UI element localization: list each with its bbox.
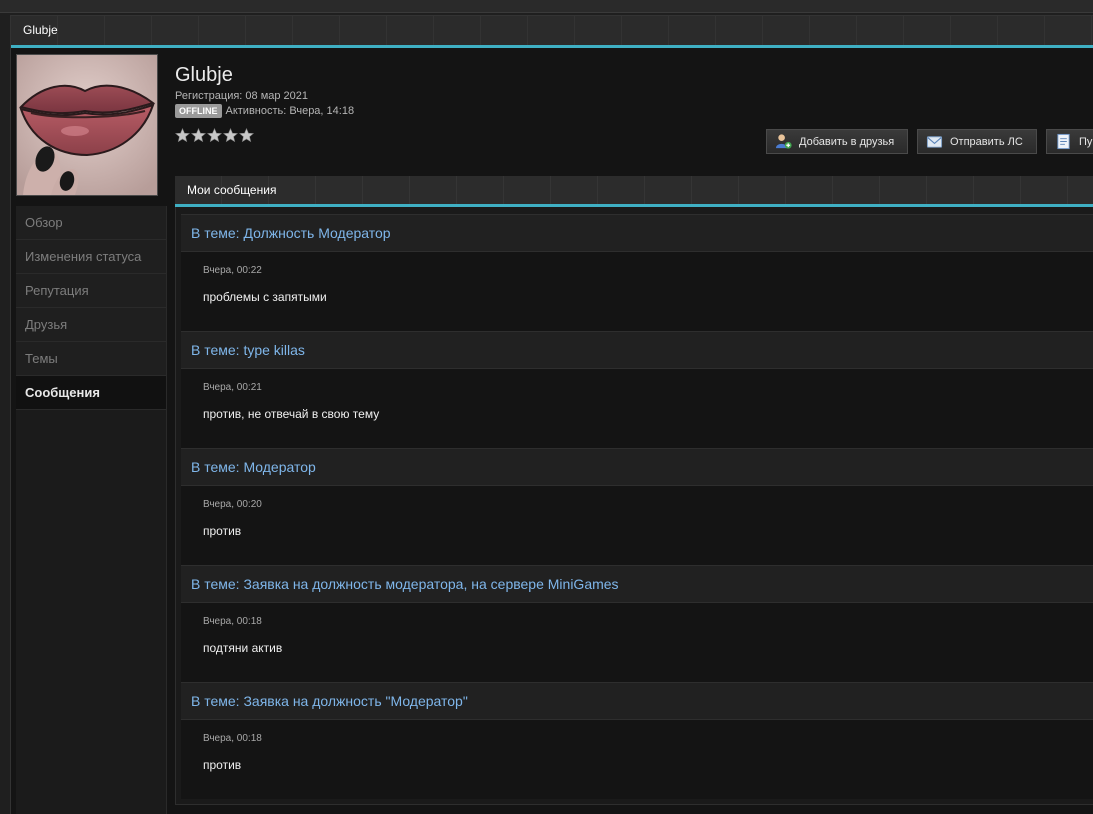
- sidebar-item-topics[interactable]: Темы: [16, 342, 166, 376]
- my-posts-title: Мои сообщения: [187, 183, 277, 197]
- sidebar-item-reputation[interactable]: Репутация: [16, 274, 166, 308]
- post-text: против: [203, 758, 242, 772]
- star-icon[interactable]: [207, 128, 222, 143]
- last-activity: Активность: Вчера, 14:18: [225, 105, 355, 117]
- post-date: Вчера, 00:18: [203, 616, 262, 627]
- third-action-label: Пу: [1079, 135, 1093, 148]
- post-date: Вчера, 00:21: [203, 382, 262, 393]
- sidebar-filler: [16, 410, 166, 810]
- post-date: Вчера, 00:18: [203, 733, 262, 744]
- post-content: Вчера, 00:22 проблемы с запятыми: [181, 252, 1093, 331]
- post-content: Вчера, 00:18 против: [181, 720, 1093, 799]
- add-friend-button[interactable]: Добавить в друзья: [766, 129, 908, 154]
- document-icon: [1057, 133, 1070, 150]
- rating-stars[interactable]: [175, 128, 254, 143]
- registration-date: Регистрация: 08 мар 2021: [175, 90, 309, 102]
- post-topic-link[interactable]: В теме: Заявка на должность "Модератор": [181, 682, 1093, 720]
- post-content: Вчера, 00:21 против, не отвечай в свою т…: [181, 369, 1093, 448]
- top-strip: [0, 0, 1093, 13]
- avatar-image: [17, 55, 157, 195]
- post-content: Вчера, 00:18 подтяни актив: [181, 603, 1093, 682]
- post-topic-link[interactable]: В теме: Модератор: [181, 448, 1093, 486]
- list-item: В теме: type killas Вчера, 00:21 против,…: [181, 331, 1093, 448]
- status-badge: OFFLINE: [175, 104, 222, 118]
- window-title: Glubje: [23, 23, 58, 37]
- sidebar-item-friends[interactable]: Друзья: [16, 308, 166, 342]
- status-line: OFFLINE Активность: Вчера, 14:18: [175, 104, 354, 118]
- send-pm-label: Отправить ЛС: [950, 135, 1023, 148]
- my-posts-header: Мои сообщения: [175, 176, 1093, 207]
- post-topic-link[interactable]: В теме: type killas: [181, 331, 1093, 369]
- star-icon[interactable]: [239, 128, 254, 143]
- list-item: В теме: Должность Модератор Вчера, 00:22…: [181, 214, 1093, 331]
- list-item: В теме: Модератор Вчера, 00:20 против: [181, 448, 1093, 565]
- star-icon[interactable]: [191, 128, 206, 143]
- post-date: Вчера, 00:20: [203, 499, 262, 510]
- add-friend-label: Добавить в друзья: [799, 135, 895, 148]
- post-topic-link[interactable]: В теме: Заявка на должность модератора, …: [181, 565, 1093, 603]
- star-icon[interactable]: [223, 128, 238, 143]
- post-content: Вчера, 00:20 против: [181, 486, 1093, 565]
- post-topic-link[interactable]: В теме: Должность Модератор: [181, 214, 1093, 252]
- post-text: подтяни актив: [203, 641, 283, 655]
- list-item: В теме: Заявка на должность "Модератор" …: [181, 682, 1093, 799]
- sidebar-item-overview[interactable]: Обзор: [16, 206, 166, 240]
- post-text: против: [203, 524, 242, 538]
- envelope-icon: [926, 136, 943, 148]
- star-icon[interactable]: [175, 128, 190, 143]
- post-date: Вчера, 00:22: [203, 265, 262, 276]
- window-header: Glubje: [11, 16, 1093, 48]
- profile-page: Glubje Обзор Изменения статуса Репутация…: [0, 0, 1093, 814]
- profile-name: Glubje: [175, 64, 233, 86]
- add-friend-icon: [775, 134, 792, 149]
- posts-list: В теме: Должность Модератор Вчера, 00:22…: [175, 207, 1093, 805]
- list-item: В теме: Заявка на должность модератора, …: [181, 565, 1093, 682]
- sidebar-item-status-updates[interactable]: Изменения статуса: [16, 240, 166, 274]
- sidebar-item-posts[interactable]: Сообщения: [16, 376, 166, 410]
- third-action-button[interactable]: Пу: [1046, 129, 1093, 154]
- profile-sidebar: Обзор Изменения статуса Репутация Друзья…: [16, 206, 167, 814]
- avatar[interactable]: [16, 54, 158, 196]
- send-pm-button[interactable]: Отправить ЛС: [917, 129, 1037, 154]
- post-text: проблемы с запятыми: [203, 290, 327, 304]
- post-text: против, не отвечай в свою тему: [203, 407, 380, 421]
